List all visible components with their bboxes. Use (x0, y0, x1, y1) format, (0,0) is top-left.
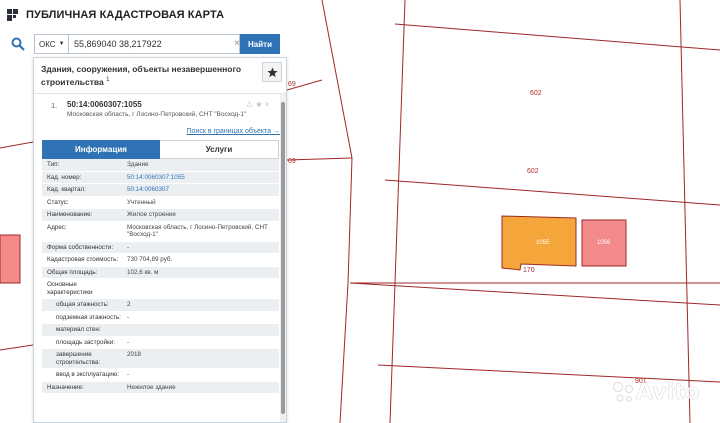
table-row: Тип: Здание (42, 159, 279, 172)
building-label: 1056 (597, 240, 611, 246)
result-address: Московская область, г Лосино-Петровский,… (67, 111, 247, 118)
logo-icon (7, 9, 18, 21)
parcel-label: 602 (527, 168, 539, 175)
parcel-label: 69 (288, 81, 296, 88)
scroll-thumb[interactable] (281, 102, 285, 414)
table-row: общая этажность: 2 (42, 299, 279, 312)
table-row: Наименование: Жилое строение (42, 209, 279, 222)
parcel-label: 69 (288, 158, 296, 165)
app-title: ПУБЛИЧНАЯ КАДАСТРОВАЯ КАРТА (26, 9, 225, 21)
app-header: ПУБЛИЧНАЯ КАДАСТРОВАЯ КАРТА (0, 0, 290, 30)
table-row: Адрес: Московская область, г Лосино-Петро… (42, 222, 279, 242)
tab-info[interactable]: Информация (42, 140, 160, 159)
layer-select-value: ОКС (39, 39, 56, 49)
result-number: 1. (51, 101, 58, 110)
watermark-text: Avito (636, 380, 700, 406)
clear-icon[interactable]: × (234, 39, 240, 49)
table-row: площадь застройки: - (42, 337, 279, 349)
close-icon[interactable]: × (265, 100, 270, 109)
table-row: Основные характеристики (42, 279, 279, 299)
search-input[interactable] (68, 34, 240, 54)
favorite-button[interactable] (262, 62, 282, 82)
table-row: подземная этажность: - (42, 312, 279, 324)
divider (34, 93, 286, 94)
panel-title: Здания, сооружения, объекты незавершенно… (41, 64, 242, 87)
avito-logo-icon (613, 381, 633, 402)
search-in-bounds-link[interactable]: Поиск в границах объекта → (186, 128, 280, 135)
layer-select[interactable]: ОКС ▼ (34, 34, 68, 54)
find-button[interactable]: Найти (240, 34, 280, 54)
info-table: Тип: Здание Кад. номер: 50:14:0060307:1055… (42, 159, 279, 394)
parcel-label: 602 (530, 90, 542, 97)
table-row: Форма собственности: - (42, 241, 279, 254)
table-row: Кадастровая стоимость: 730 704,89 руб. (42, 254, 279, 267)
table-row: Кад. номер: 50:14:0060307:1055 (42, 171, 279, 184)
watermark: Avito (612, 380, 700, 405)
parcel-label: 170 (523, 267, 535, 274)
star-icon (266, 66, 278, 77)
building-left-partial (0, 234, 21, 284)
tab-services[interactable]: Услуги (160, 140, 279, 159)
table-row: Назначение: Нежилое здание (42, 381, 279, 394)
table-row: Статус: Учтенный (42, 197, 279, 209)
result-count: 1 (106, 77, 110, 83)
info-tabs: Информация Услуги (42, 140, 279, 159)
building-label: 1055 (536, 240, 550, 246)
warning-icon[interactable]: ⚠ (246, 100, 253, 109)
search-icon[interactable] (8, 34, 28, 54)
table-row: ввод в эксплуатацию: - (42, 369, 279, 382)
scrollbar[interactable] (280, 94, 286, 422)
table-row: Общая площадь: 102,6 кв. м (42, 266, 279, 279)
result-tools: ⚠ ★ × (246, 100, 269, 109)
search-bar: ОКС ▼ × Найти (8, 34, 280, 54)
cadastral-id[interactable]: 50:14:0060307:1055 (67, 100, 142, 109)
table-row: завершение строительства: 2018 (42, 349, 279, 369)
table-row: Кад. квартал: 50:14:0060307 (42, 184, 279, 197)
table-row: материал стен: (42, 324, 279, 337)
chevron-down-icon: ▼ (58, 41, 65, 47)
star-outline-icon[interactable]: ★ (255, 100, 262, 109)
object-info-panel: Здания, сооружения, объекты незавершенно… (33, 57, 287, 423)
